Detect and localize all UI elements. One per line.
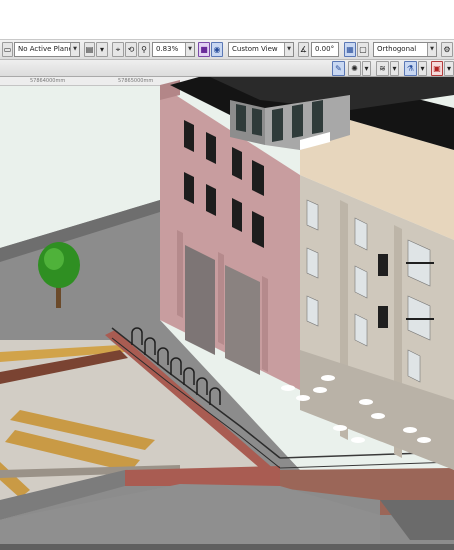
light-icon[interactable]: ✺ xyxy=(348,61,361,76)
chevron-down-icon[interactable]: ▼ xyxy=(70,43,79,56)
entrance-recess xyxy=(185,245,215,355)
perspective-icon[interactable]: ▢ xyxy=(357,42,369,57)
active-plane-combo[interactable]: No Active Plane ▼ xyxy=(14,42,80,57)
zoom-value: 0.83% xyxy=(156,45,179,53)
chevron-down-icon[interactable]: ▾ xyxy=(444,61,454,76)
angle-icon[interactable]: ∡ xyxy=(298,42,309,57)
plane-icon[interactable]: ▭ xyxy=(2,42,13,57)
pencil-icon[interactable]: ✎ xyxy=(332,61,345,76)
chevron-down-icon[interactable]: ▾ xyxy=(390,61,399,76)
window-header-area xyxy=(0,0,454,40)
render-icon[interactable]: ▦ xyxy=(344,42,356,57)
entrance-recess xyxy=(225,265,260,375)
cad-application-window: ▭ No Active Plane ▼ ▤ ▾ ⌖ ⟲ ⚲ 0.83% ▼ ■ … xyxy=(0,0,454,550)
camera-icon[interactable]: ⌖ xyxy=(112,42,124,57)
projection-value: Orthogonal xyxy=(377,45,417,53)
zoom-combo[interactable]: 0.83% ▼ xyxy=(152,42,195,57)
projection-combo[interactable]: Orthogonal ▼ xyxy=(373,42,437,57)
active-plane-value: No Active Plane xyxy=(18,45,73,53)
tree-highlight xyxy=(44,248,64,270)
frame-icon[interactable]: ▣ xyxy=(431,61,443,76)
filter-icon[interactable]: ⚗ xyxy=(404,61,417,76)
chevron-down-icon[interactable]: ▾ xyxy=(362,61,371,76)
zoom-icon[interactable]: ⚲ xyxy=(138,42,150,57)
settings-icon[interactable]: ⚙ xyxy=(441,42,453,57)
view-list-icon[interactable]: ▤ xyxy=(84,42,95,57)
chevron-down-icon[interactable]: ▼ xyxy=(427,43,436,56)
view-value: Custom View xyxy=(232,45,278,53)
railing xyxy=(279,461,454,469)
dropdown-chevron-icon[interactable]: ▾ xyxy=(96,42,108,57)
angle-value: 0.00° xyxy=(315,45,335,53)
cube-icon[interactable]: ■ xyxy=(198,42,210,57)
layers-icon[interactable]: ≋ xyxy=(376,61,389,76)
building-model-render xyxy=(0,77,454,550)
render-toolbar: ✎ ✺ ▾ ≋ ▾ ⚗ ▾ ▣ ▾ xyxy=(0,60,454,77)
angle-field[interactable]: 0.00° xyxy=(311,42,339,57)
view-toolbar: ▭ No Active Plane ▼ ▤ ▾ ⌖ ⟲ ⚲ 0.83% ▼ ■ … xyxy=(0,40,454,60)
orbit-icon[interactable]: ⟲ xyxy=(125,42,137,57)
chevron-down-icon[interactable]: ▼ xyxy=(284,43,293,56)
3d-viewport[interactable]: 57864000mm 57865000mm 57866000mm 5786700… xyxy=(0,77,454,550)
chevron-down-icon[interactable]: ▼ xyxy=(185,43,194,56)
chevron-down-icon[interactable]: ▾ xyxy=(418,61,427,76)
status-bar xyxy=(0,544,454,550)
view-combo[interactable]: Custom View ▼ xyxy=(228,42,294,57)
globe-icon[interactable]: ◉ xyxy=(211,42,223,57)
